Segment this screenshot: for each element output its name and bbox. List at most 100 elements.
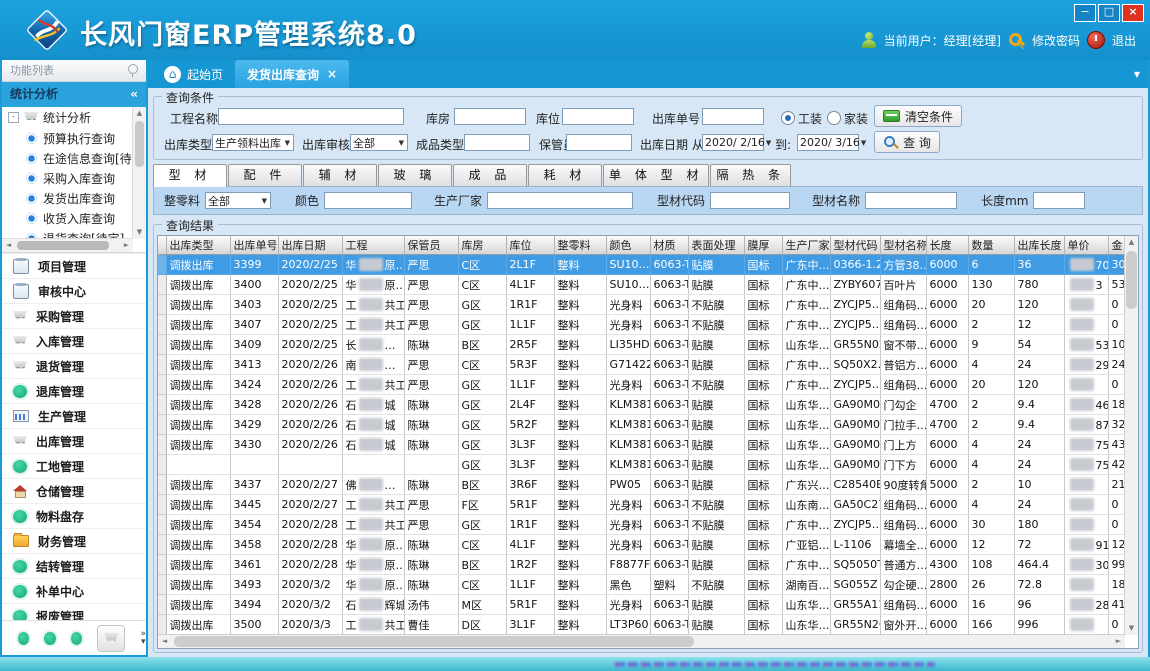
column-header[interactable]: 型材名称 <box>880 236 926 255</box>
table-row[interactable]: 调拨出库34542020/2/28工共工程严思G区1R1F整料光身料6063-T… <box>158 515 1125 535</box>
search-button[interactable]: 查 询 <box>874 131 940 153</box>
tree-vertical-scrollbar[interactable]: ▲ ▼ <box>132 107 146 239</box>
table-row[interactable]: G区3L3F整料KLM38176063-T5贴膜国标山东华…GA90M09.门下… <box>158 455 1125 475</box>
collapse-icon[interactable]: « <box>130 82 138 107</box>
table-row[interactable]: 调拨出库33992020/2/25华原…严思C区2L1F整料SU10…6063-… <box>158 255 1125 275</box>
column-header[interactable]: 生产厂家 <box>782 236 830 255</box>
scroll-right-icon[interactable]: ► <box>1112 635 1125 648</box>
sidebar-item[interactable]: 出库管理 <box>2 428 146 453</box>
column-header[interactable]: 库位 <box>506 236 554 255</box>
scroll-down-icon[interactable]: ▼ <box>133 226 146 239</box>
more-modules-button[interactable]: » ▾ <box>140 630 146 646</box>
expander-icon[interactable]: - <box>8 112 19 123</box>
color-input[interactable] <box>324 192 412 209</box>
order-no-input[interactable] <box>702 108 764 125</box>
material-tab[interactable]: 耗 材 <box>528 164 602 187</box>
name-input[interactable] <box>865 192 957 209</box>
table-row[interactable]: 调拨出库34292020/2/26石城陈琳G区5R2F整料KLM38176063… <box>158 415 1125 435</box>
tree-item[interactable]: 收货入库查询 <box>2 208 133 228</box>
scroll-thumb[interactable] <box>174 636 694 647</box>
material-tab[interactable]: 单 体 型 材 <box>603 164 709 187</box>
warehouse-input[interactable] <box>454 108 526 125</box>
maker-input[interactable] <box>487 192 633 209</box>
pin-icon[interactable] <box>128 64 138 74</box>
keeper-input[interactable] <box>566 134 632 151</box>
tab-overflow-icon[interactable]: ▼ <box>1134 70 1140 79</box>
column-header[interactable]: 出库单号 <box>230 236 278 255</box>
logout-link[interactable]: 退出 <box>1112 32 1136 49</box>
out-type-select[interactable]: 生产领料出库▼ <box>212 134 294 151</box>
horizontal-scrollbar[interactable]: ◄ ► <box>158 634 1125 648</box>
tree-root[interactable]: - 统计分析 <box>2 107 133 128</box>
radio-jiazhuang[interactable]: 家装 <box>827 110 868 127</box>
scroll-left-icon[interactable]: ◄ <box>2 239 15 252</box>
table-row[interactable]: 调拨出库34612020/2/28华原…陈琳B区1R2F整料F8877FT606… <box>158 555 1125 575</box>
column-header[interactable]: 出库日期 <box>278 236 342 255</box>
column-header[interactable]: 单价 <box>1064 236 1108 255</box>
module-dot-icon[interactable] <box>71 632 82 645</box>
sidebar-item[interactable]: 补单中心 <box>2 578 146 603</box>
sidebar-item[interactable]: 生产管理 <box>2 403 146 428</box>
scroll-right-icon[interactable]: ► <box>120 239 133 252</box>
material-tab[interactable]: 辅 材 <box>303 164 377 187</box>
column-header[interactable]: 金 <box>1108 236 1125 255</box>
column-header[interactable]: 表面处理 <box>688 236 744 255</box>
material-tab[interactable]: 隔 热 条 <box>710 164 791 187</box>
cart-module-button[interactable] <box>97 625 125 652</box>
table-row[interactable]: 调拨出库34002020/2/25华原…严思C区4L1F整料SU10…6063-… <box>158 275 1125 295</box>
sidebar-item[interactable]: 退库管理 <box>2 378 146 403</box>
product-type-input[interactable] <box>464 134 530 151</box>
sidebar-item[interactable]: 物料盘存 <box>2 503 146 528</box>
clear-conditions-button[interactable]: 清空条件 <box>874 105 962 127</box>
module-dot-icon[interactable] <box>44 632 55 645</box>
scroll-left-icon[interactable]: ◄ <box>158 635 171 648</box>
module-dot-icon[interactable] <box>18 632 29 645</box>
sidebar-item[interactable]: 退货管理 <box>2 353 146 378</box>
minimize-button[interactable]: − <box>1074 4 1096 22</box>
audit-select[interactable]: 全部▼ <box>350 134 408 151</box>
table-row[interactable]: 调拨出库34092020/2/25长…陈琳B区2R5F整料LI35HD6063-… <box>158 335 1125 355</box>
column-header[interactable]: 整零料 <box>554 236 606 255</box>
tree-item[interactable]: 预算执行查询 <box>2 128 133 148</box>
scroll-thumb[interactable] <box>1126 251 1137 309</box>
material-tab[interactable]: 成 品 <box>453 164 527 187</box>
table-row[interactable]: 调拨出库34452020/2/27工共工程严思F区5R1F整料光身料6063-T… <box>158 495 1125 515</box>
maximize-button[interactable]: □ <box>1098 4 1120 22</box>
column-header[interactable]: 材质 <box>650 236 688 255</box>
material-tab[interactable]: 型 材 <box>153 164 227 187</box>
tab-shipment-outbound-query[interactable]: 发货出库查询 × <box>235 60 349 88</box>
table-row[interactable]: 调拨出库34582020/2/28华原…陈琳C区4L1F整料光身料6063-T5… <box>158 535 1125 555</box>
column-header[interactable]: 库房 <box>458 236 506 255</box>
table-row[interactable]: 调拨出库34072020/2/25工共工程严思G区1L1F整料光身料6063-T… <box>158 315 1125 335</box>
length-input[interactable] <box>1033 192 1085 209</box>
sidebar-item[interactable]: 工地管理 <box>2 453 146 478</box>
table-row[interactable]: 调拨出库34282020/2/26石城陈琳G区2L4F整料KLM38176063… <box>158 395 1125 415</box>
sidebar-item[interactable]: 财务管理 <box>2 528 146 553</box>
table-row[interactable]: 调拨出库34032020/2/25工共工程严思G区1R1F整料光身料6063-T… <box>158 295 1125 315</box>
tree-item[interactable]: 采购入库查询 <box>2 168 133 188</box>
column-header[interactable]: 膜厚 <box>744 236 782 255</box>
table-row[interactable]: 调拨出库34132020/2/26南…严思C区5R3F整料G714226063-… <box>158 355 1125 375</box>
change-password-link[interactable]: 修改密码 <box>1032 32 1080 49</box>
date-from-select[interactable]: 2020/ 2/16▼ <box>702 134 764 151</box>
column-header[interactable]: 数量 <box>968 236 1014 255</box>
column-header[interactable]: 出库类型 <box>166 236 230 255</box>
material-tab[interactable]: 配 件 <box>228 164 302 187</box>
sidebar-section-header[interactable]: 统计分析 « <box>2 82 146 107</box>
table-row[interactable]: 调拨出库34942020/3/2石辉城汤伟M区5R1F整料光身料6063-T5贴… <box>158 595 1125 615</box>
scroll-up-icon[interactable]: ▲ <box>1125 236 1138 249</box>
whole-part-select[interactable]: 全部▼ <box>205 192 271 209</box>
tab-start-page[interactable]: ⌂ 起始页 <box>152 60 235 88</box>
sidebar-item[interactable]: 入库管理 <box>2 328 146 353</box>
table-row[interactable]: 调拨出库34242020/2/26工共工程严思G区1L1F整料光身料6063-T… <box>158 375 1125 395</box>
scroll-down-icon[interactable]: ▼ <box>1125 622 1138 635</box>
column-header[interactable]: 保管员 <box>404 236 458 255</box>
material-tab[interactable]: 玻 璃 <box>378 164 452 187</box>
scroll-up-icon[interactable]: ▲ <box>133 107 146 120</box>
column-header[interactable]: 出库长度 <box>1014 236 1064 255</box>
table-row[interactable]: 调拨出库34372020/2/27佛…陈琳B区3R6F整料PW056063-T5… <box>158 475 1125 495</box>
sidebar-item[interactable]: 仓储管理 <box>2 478 146 503</box>
tree-item[interactable]: 在途信息查询[待 <box>2 148 133 168</box>
project-name-input[interactable] <box>218 108 404 125</box>
table-row[interactable]: 调拨出库34932020/3/2华原…陈琳C区1L1F整料黑色塑料不贴膜国标湖南… <box>158 575 1125 595</box>
